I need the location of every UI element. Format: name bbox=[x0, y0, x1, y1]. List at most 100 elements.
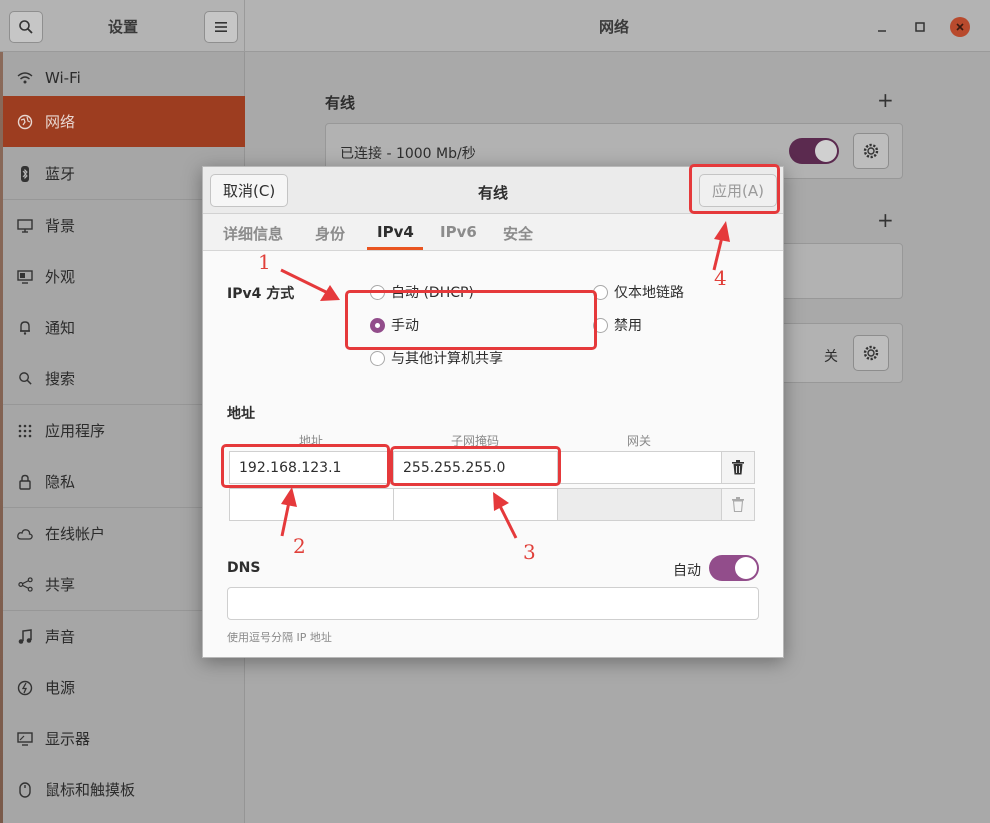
share-icon bbox=[17, 577, 33, 593]
sidebar-item-label: 应用程序 bbox=[45, 422, 106, 440]
gateway-input[interactable] bbox=[557, 451, 722, 484]
menu-button[interactable] bbox=[204, 11, 238, 43]
sidebar-item-label: 外观 bbox=[45, 268, 76, 286]
close-icon bbox=[956, 23, 964, 31]
gateway-input-empty[interactable] bbox=[557, 488, 722, 521]
sidebar-item-label: 在线帐户 bbox=[45, 525, 106, 543]
proxy-status: 关 bbox=[824, 349, 838, 365]
gear-icon bbox=[863, 345, 879, 361]
trash-icon bbox=[732, 497, 744, 512]
annotation-box-address bbox=[221, 444, 390, 488]
window-edge bbox=[0, 52, 3, 823]
radio-button[interactable] bbox=[370, 350, 385, 366]
wired-toggle[interactable] bbox=[789, 138, 839, 164]
music-note-icon bbox=[17, 628, 33, 645]
plus-icon: + bbox=[877, 208, 894, 232]
sidebar-title: 设置 bbox=[108, 18, 139, 36]
sidebar-item-label: 电源 bbox=[45, 679, 76, 697]
search-button[interactable] bbox=[9, 11, 43, 43]
page-title: 网络 bbox=[599, 18, 630, 36]
hamburger-menu-icon bbox=[215, 22, 227, 32]
sidebar-item-label: 蓝牙 bbox=[45, 165, 76, 183]
bluetooth-icon bbox=[17, 165, 33, 182]
sidebar-item-label: 搜索 bbox=[45, 370, 76, 388]
sidebar-item-label: 声音 bbox=[45, 628, 76, 646]
annotation-box-netmask bbox=[390, 446, 561, 486]
add-vpn-button[interactable]: + bbox=[877, 208, 894, 232]
method-disabled[interactable]: 禁用 bbox=[593, 315, 642, 335]
dns-label: DNS bbox=[227, 560, 261, 576]
mouse-icon bbox=[17, 781, 33, 798]
add-wired-button[interactable]: + bbox=[877, 88, 894, 112]
maximize-icon bbox=[915, 22, 925, 32]
annotation-number-4: 4 bbox=[714, 266, 727, 290]
appearance-icon bbox=[17, 269, 33, 285]
annotation-number-3: 3 bbox=[523, 540, 536, 564]
tab-identity[interactable]: 身份 bbox=[315, 223, 345, 244]
tab-security[interactable]: 安全 bbox=[503, 223, 533, 244]
annotation-box-method bbox=[345, 290, 597, 350]
wired-section-title: 有线 bbox=[325, 94, 356, 112]
netmask-input-empty[interactable] bbox=[393, 488, 558, 521]
search-icon bbox=[17, 371, 33, 387]
cloud-icon bbox=[17, 526, 33, 542]
trash-icon bbox=[732, 460, 744, 475]
settings-window: 设置 网络 Wi-Fi 网络 蓝牙 背景 外观 通知 搜索 应用程序 隐私 在线… bbox=[0, 0, 990, 823]
proxy-settings-button[interactable] bbox=[853, 335, 889, 371]
search-icon bbox=[19, 20, 33, 34]
display-icon bbox=[17, 731, 33, 747]
method-shared-label: 与其他计算机共享 bbox=[391, 351, 503, 367]
annotation-box-apply bbox=[689, 164, 780, 214]
sidebar-item-label: 共享 bbox=[45, 576, 76, 594]
wired-status: 已连接 - 1000 Mb/秒 bbox=[340, 146, 476, 162]
sidebar-item-label: 网络 bbox=[45, 113, 76, 131]
sidebar-item-label: 隐私 bbox=[45, 473, 76, 491]
method-shared[interactable]: 与其他计算机共享 bbox=[370, 348, 503, 368]
maximize-button[interactable] bbox=[910, 17, 930, 37]
sidebar-item-label: 鼠标和触摸板 bbox=[45, 781, 136, 799]
delete-address-button[interactable] bbox=[721, 451, 755, 484]
sidebar-item-displays[interactable]: 显示器 bbox=[3, 713, 245, 764]
power-icon bbox=[17, 680, 33, 696]
sidebar-item-network[interactable]: 网络 bbox=[3, 96, 245, 147]
dns-hint: 使用逗号分隔 IP 地址 bbox=[227, 631, 332, 644]
close-window-button[interactable] bbox=[950, 17, 970, 37]
method-link-local[interactable]: 仅本地链路 bbox=[593, 282, 684, 302]
dns-auto-toggle[interactable] bbox=[709, 555, 759, 581]
sidebar-header: 设置 bbox=[0, 0, 245, 52]
address-input-empty[interactable] bbox=[229, 488, 394, 521]
wired-settings-dialog: 取消(C) 有线 应用(A) 详细信息 身份 IPv4 IPv6 安全 IPv4… bbox=[202, 166, 784, 658]
sidebar-item-label: 通知 bbox=[45, 319, 76, 337]
dns-input[interactable] bbox=[227, 587, 759, 620]
sidebar-item-label: 显示器 bbox=[45, 730, 91, 748]
apps-grid-icon bbox=[17, 423, 33, 439]
bell-icon bbox=[17, 320, 33, 336]
tab-details[interactable]: 详细信息 bbox=[223, 223, 283, 244]
background-icon bbox=[17, 218, 33, 234]
column-header-gateway: 网关 bbox=[626, 434, 651, 448]
plus-icon: + bbox=[877, 88, 894, 112]
tab-ipv6[interactable]: IPv6 bbox=[440, 223, 477, 241]
network-icon bbox=[17, 114, 33, 130]
annotation-number-2: 2 bbox=[293, 534, 306, 558]
active-tab-indicator bbox=[367, 247, 423, 250]
sidebar-item-power[interactable]: 电源 bbox=[3, 662, 245, 713]
ipv4-method-label: IPv4 方式 bbox=[227, 286, 295, 302]
sidebar-item-label: Wi-Fi bbox=[45, 68, 81, 87]
delete-address-button-disabled[interactable] bbox=[721, 488, 755, 521]
wired-settings-button[interactable] bbox=[853, 133, 889, 169]
gear-icon bbox=[863, 143, 879, 159]
minimize-button[interactable] bbox=[872, 17, 892, 37]
lock-icon bbox=[17, 474, 33, 490]
dialog-tabs: 详细信息 身份 IPv4 IPv6 安全 bbox=[203, 214, 783, 251]
sidebar-item-label: 背景 bbox=[45, 217, 76, 235]
sidebar-item-mouse-touchpad[interactable]: 鼠标和触摸板 bbox=[3, 764, 245, 815]
method-disabled-label: 禁用 bbox=[614, 318, 642, 334]
minimize-icon bbox=[878, 30, 886, 32]
method-link-local-label: 仅本地链路 bbox=[614, 285, 684, 301]
tab-ipv4[interactable]: IPv4 bbox=[377, 223, 414, 241]
dns-auto-label: 自动 bbox=[673, 563, 701, 579]
annotation-number-1: 1 bbox=[258, 250, 271, 274]
address-section-label: 地址 bbox=[227, 406, 255, 422]
wifi-icon bbox=[17, 70, 33, 86]
